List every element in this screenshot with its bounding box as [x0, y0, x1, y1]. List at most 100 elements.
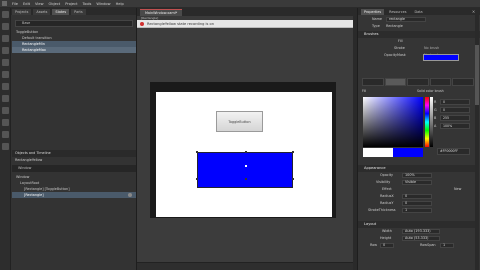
- rgb-g-label: G: [434, 108, 437, 112]
- color-picker[interactable]: [363, 97, 423, 147]
- direct-selection-tool-icon[interactable]: [2, 23, 9, 30]
- stroke-value: No brush: [424, 46, 440, 50]
- visibility-eye-icon[interactable]: [128, 193, 132, 197]
- menu-file[interactable]: File: [12, 2, 18, 6]
- states-search-input[interactable]: Base: [15, 20, 133, 27]
- width-input[interactable]: Auto (193.333): [402, 229, 440, 234]
- gradient-brush-icon[interactable]: [407, 78, 429, 86]
- radiusy-input[interactable]: 0: [402, 201, 432, 206]
- controls-tool-icon[interactable]: [2, 131, 9, 138]
- tab-properties[interactable]: Properties: [361, 8, 385, 15]
- row-input[interactable]: 0: [380, 243, 394, 248]
- resize-handle[interactable]: [292, 178, 294, 180]
- opacity-mask-row[interactable]: OpacityMask No brush: [358, 52, 480, 59]
- brushes-section-header[interactable]: Brushes: [358, 31, 480, 38]
- resize-handle[interactable]: [196, 151, 198, 153]
- effect-new-button[interactable]: New: [454, 186, 461, 193]
- name-row: Name rectangle: [358, 16, 480, 23]
- rgb-r-label: R: [434, 100, 437, 104]
- blue-rectangle[interactable]: [197, 152, 293, 188]
- current-color-swatch: [393, 148, 423, 157]
- stroke-row[interactable]: Stroke No brush: [358, 45, 480, 52]
- rgb-r-input[interactable]: 0: [440, 99, 470, 105]
- opacity-label: Opacity: [380, 173, 394, 177]
- type-row: Type Rectangle: [358, 23, 480, 30]
- close-icon[interactable]: ×: [471, 9, 476, 14]
- appearance-section-header[interactable]: Appearance: [358, 165, 475, 172]
- no-brush-icon[interactable]: [362, 78, 384, 86]
- tree-item-rectangle[interactable]: [Rectangle]: [12, 192, 136, 198]
- brush-transform-tool-icon[interactable]: [2, 83, 9, 90]
- asset-tool-icon[interactable]: [2, 143, 9, 150]
- tab-resources[interactable]: Resources: [386, 9, 409, 15]
- type-label: Type: [372, 24, 380, 28]
- resize-handle[interactable]: [245, 151, 247, 153]
- tile-brush-icon[interactable]: [429, 78, 452, 86]
- stroke-label: Stroke: [394, 46, 405, 50]
- rgb-b-input[interactable]: 255: [440, 115, 470, 121]
- menu-object[interactable]: Object: [49, 2, 61, 6]
- menu-view[interactable]: View: [35, 2, 44, 6]
- selection-tool-icon[interactable]: [2, 11, 9, 18]
- rgb-a-label: A: [434, 124, 437, 128]
- text-tool-icon[interactable]: [2, 119, 9, 126]
- rgb-b-label: B: [434, 116, 437, 120]
- fill-swatch[interactable]: [423, 54, 459, 61]
- states-panel: Base ToggleButton Default transition Rec…: [12, 8, 136, 53]
- radiusx-input[interactable]: 0: [402, 194, 432, 199]
- solid-brush-icon[interactable]: [384, 78, 407, 86]
- hue-slider[interactable]: [425, 97, 429, 147]
- resize-handle[interactable]: [245, 178, 247, 180]
- menu-project[interactable]: Project: [65, 2, 77, 6]
- zoom-tool-icon[interactable]: [2, 59, 9, 66]
- tree-item-rectangle-label: [Rectangle]: [24, 193, 44, 197]
- brush-editor-label: Fill: [362, 89, 367, 93]
- pan-tool-icon[interactable]: [2, 47, 9, 54]
- visibility-select[interactable]: Visible: [402, 180, 432, 185]
- height-row: Height Auto (53.333): [358, 235, 475, 242]
- resize-handle[interactable]: [196, 178, 198, 180]
- type-value: Rectangle: [386, 24, 403, 28]
- name-field[interactable]: rectangle: [386, 17, 426, 22]
- toolbox: [0, 8, 11, 270]
- menu-tools[interactable]: Tools: [83, 2, 92, 6]
- toggle-button[interactable]: ToggleButton: [216, 111, 263, 132]
- layout-section-header[interactable]: Layout: [358, 221, 475, 228]
- opacity-input[interactable]: 100%: [402, 173, 432, 178]
- rgb-a-input[interactable]: 100%: [440, 123, 470, 129]
- objects-timeline-storyboard[interactable]: RectangleYellow: [12, 157, 136, 163]
- appearance-section: Appearance Opacity 100% Visibility Visib…: [358, 164, 475, 249]
- visibility-label: Visibility: [376, 180, 391, 184]
- recording-status-bar: RectangleYellow state recording is on: [137, 20, 357, 28]
- right-panel-tabs: Properties Resources Data ×: [358, 8, 480, 15]
- eyedropper-tool-icon[interactable]: [2, 71, 9, 78]
- state-rectanglemax[interactable]: RectangleMax: [12, 47, 136, 53]
- pen-tool-icon[interactable]: [2, 35, 9, 42]
- properties-scrollbar[interactable]: [475, 15, 479, 270]
- hex-input[interactable]: #FF0000FF: [437, 148, 470, 155]
- height-input[interactable]: Auto (53.333): [402, 236, 440, 241]
- rgb-g-input[interactable]: 0: [440, 107, 470, 113]
- fill-row[interactable]: Fill: [358, 38, 480, 45]
- zoom-bar[interactable]: [137, 262, 357, 270]
- rectangle-tool-icon[interactable]: [2, 95, 9, 102]
- menu-help[interactable]: Help: [116, 2, 124, 6]
- menu-bar: File Edit View Object Project Tools Wind…: [0, 0, 480, 7]
- grid-tool-icon[interactable]: [2, 107, 9, 114]
- radiusx-label: RadiusX: [380, 194, 394, 198]
- menu-window[interactable]: Window: [96, 2, 110, 6]
- alpha-slider[interactable]: [430, 97, 433, 147]
- menu-edit[interactable]: Edit: [23, 2, 30, 6]
- tab-mainwindow[interactable]: MainWindow.xaml*: [140, 9, 183, 16]
- resource-brush-icon[interactable]: [452, 78, 474, 86]
- resize-handle[interactable]: [292, 151, 294, 153]
- rowspan-input[interactable]: 1: [440, 243, 454, 248]
- radiusy-label: RadiusY: [380, 201, 394, 205]
- tab-data[interactable]: Data: [411, 9, 425, 15]
- objects-timeline-scope[interactable]: Window: [12, 165, 136, 172]
- properties-scrollbar-thumb[interactable]: [475, 45, 479, 105]
- opacity-row: Opacity 100%: [358, 172, 475, 179]
- recording-icon: [140, 22, 144, 26]
- stroke-thickness-input[interactable]: 1: [402, 208, 432, 213]
- name-label: Name: [372, 17, 383, 21]
